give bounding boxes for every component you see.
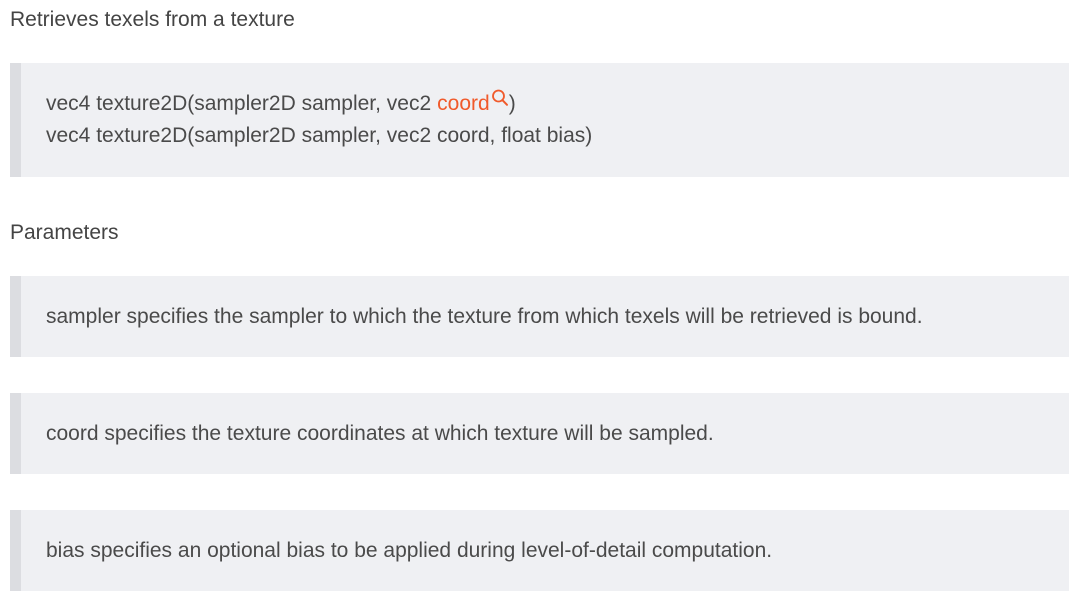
- coord-link[interactable]: coord: [437, 92, 490, 115]
- signature-line-1: vec4 texture2D(sampler2D sampler, vec2 co…: [46, 88, 1069, 122]
- signature-line-1-suffix: ): [508, 92, 516, 115]
- parameter-bias: bias specifies an optional bias to be ap…: [10, 510, 1069, 591]
- signature-line-2: vec4 texture2D(sampler2D sampler, vec2 c…: [46, 124, 593, 147]
- signature-line-1-prefix: vec4 texture2D(sampler2D sampler, vec2: [46, 92, 432, 115]
- signature-block: vec4 texture2D(sampler2D sampler, vec2 co…: [10, 63, 1069, 177]
- parameter-sampler: sampler specifies the sampler to which t…: [10, 276, 1069, 357]
- search-icon[interactable]: [491, 88, 509, 108]
- parameters-heading: Parameters: [10, 221, 119, 244]
- intro-text: Retrieves texels from a texture: [10, 8, 295, 31]
- parameter-coord: coord specifies the texture coordinates …: [10, 393, 1069, 474]
